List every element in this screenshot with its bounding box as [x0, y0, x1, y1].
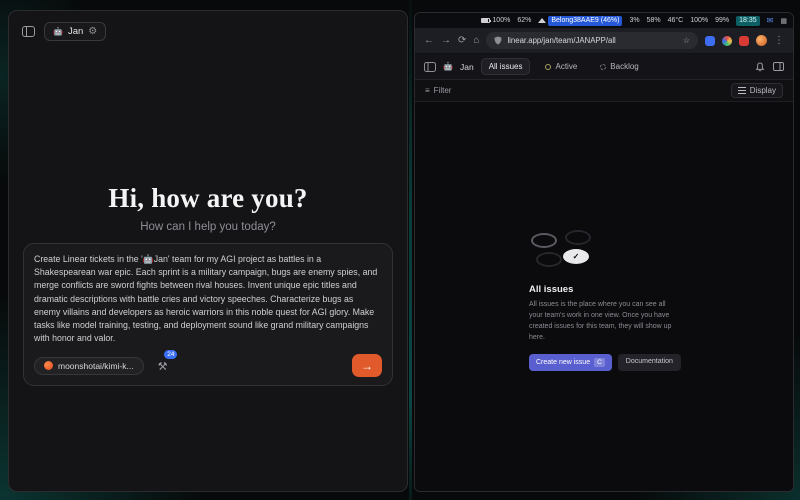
greeting-title: Hi, how are you?: [9, 183, 407, 214]
bookmark-star-icon[interactable]: ☆: [683, 36, 690, 45]
empty-state-description: All issues is the place where you can se…: [529, 300, 679, 343]
tab-backlog-label: Backlog: [610, 62, 638, 71]
send-button[interactable]: →: [352, 354, 382, 377]
empty-state-actions: Create new issue C Documentation: [529, 354, 679, 371]
empty-state-illustration: ✓: [531, 230, 603, 272]
ring-icon: [565, 230, 591, 245]
robot-icon: 🤖: [443, 63, 453, 71]
tab-active[interactable]: Active: [537, 58, 585, 75]
jan-chat-window: 🤖 Jan ⚙ Hi, how are you? How can I help …: [8, 10, 408, 492]
display-button[interactable]: Display: [731, 83, 783, 98]
tab-backlog[interactable]: Backlog: [592, 58, 646, 75]
ring-icon: [536, 252, 562, 267]
model-selector[interactable]: moonshotai/kimi-k...: [34, 357, 144, 375]
wifi-status: Belong38AAE9 (46%): [538, 16, 622, 26]
shortcut-key: C: [594, 358, 605, 367]
linear-filter-bar: ≡ Filter Display: [415, 80, 793, 102]
cpu-status: 3%: [629, 17, 639, 24]
battery-icon: [481, 18, 490, 23]
brightness-status: 62%: [517, 17, 531, 24]
desktop-glow-seam: [409, 0, 412, 500]
tools-icon: ⚒: [158, 361, 168, 373]
active-circle-icon: [545, 64, 551, 70]
filter-label: Filter: [434, 86, 452, 95]
display-label: Display: [750, 86, 776, 95]
model-name: moonshotai/kimi-k...: [58, 361, 134, 371]
check-icon: ✓: [573, 252, 580, 261]
backlog-dashed-circle-icon: [600, 64, 606, 70]
jan-header: 🤖 Jan ⚙: [9, 11, 407, 52]
empty-state-title: All issues: [529, 284, 679, 295]
tools-button[interactable]: ⚒ 24: [158, 357, 168, 375]
linear-header-actions: [755, 62, 784, 72]
extension-icon-blue[interactable]: [705, 36, 715, 46]
display-options-icon: [738, 87, 746, 94]
battery-percent: 100%: [492, 17, 510, 24]
forward-button[interactable]: →: [441, 36, 451, 46]
browser-menu-icon[interactable]: ⋮: [774, 36, 784, 46]
tools-count-badge: 24: [164, 350, 177, 359]
home-button[interactable]: ⌂: [473, 36, 479, 46]
extension-icon-colorful[interactable]: [722, 36, 732, 46]
filter-button[interactable]: ≡ Filter: [425, 86, 451, 95]
volume-status: 100%: [690, 17, 708, 24]
system-status-bar: 100% 62% Belong38AAE9 (46%) 3% 58% 46°C …: [415, 13, 793, 28]
tab-all-issues[interactable]: All issues: [481, 58, 531, 75]
wifi-icon: [538, 18, 546, 23]
create-new-issue-button[interactable]: Create new issue C: [529, 354, 612, 371]
ring-icon: [531, 233, 557, 248]
extension-icon-red[interactable]: [739, 36, 749, 46]
workspace-name: Jan: [460, 62, 474, 72]
gear-icon[interactable]: ⚙: [88, 27, 97, 37]
filter-icon: ≡: [425, 86, 430, 95]
all-issues-empty-state: ✓ All issues All issues is the place whe…: [529, 230, 679, 371]
disk-status: 99%: [715, 17, 729, 24]
composer-input[interactable]: Create Linear tickets in the '🤖Jan' team…: [34, 253, 382, 345]
network-name: Belong38AAE9 (46%): [548, 16, 622, 26]
mail-icon[interactable]: ✉: [767, 16, 774, 25]
assistant-name: Jan: [68, 26, 83, 37]
message-composer[interactable]: Create Linear tickets in the '🤖Jan' team…: [23, 243, 393, 386]
send-arrow-icon: →: [361, 359, 373, 373]
tab-all-issues-label: All issues: [489, 62, 523, 71]
notifications-bell-icon[interactable]: [755, 62, 765, 72]
temperature-status: 46°C: [668, 17, 684, 24]
clock: 18:35: [736, 16, 760, 26]
assistant-selector[interactable]: 🤖 Jan ⚙: [44, 22, 106, 41]
documentation-button[interactable]: Documentation: [618, 354, 681, 371]
address-bar[interactable]: linear.app/jan/team/JANAPP/all ☆: [486, 32, 698, 49]
linear-header: 🤖 Jan All issues Active Backlog: [415, 54, 793, 80]
profile-avatar[interactable]: [756, 35, 767, 46]
back-button[interactable]: ←: [424, 36, 434, 46]
tab-active-label: Active: [555, 62, 577, 71]
sidebar-toggle-icon[interactable]: [22, 26, 35, 37]
url-text: linear.app/jan/team/JANAPP/all: [507, 36, 677, 45]
moonshot-logo-icon: [44, 361, 53, 370]
battery-status: 100%: [481, 17, 510, 24]
browser-toolbar: ← → ⟳ ⌂ linear.app/jan/team/JANAPP/all ☆…: [415, 28, 793, 54]
side-panel-icon[interactable]: [773, 62, 784, 71]
app-grid-icon[interactable]: ▦: [780, 17, 787, 25]
brightness-percent: 62%: [517, 17, 531, 24]
composer-toolbar: moonshotai/kimi-k... ⚒ 24 →: [34, 354, 382, 377]
linear-sidebar-toggle-icon[interactable]: [424, 62, 436, 72]
create-new-issue-label: Create new issue: [536, 359, 590, 366]
reload-button[interactable]: ⟳: [458, 36, 466, 46]
memory-status: 58%: [647, 17, 661, 24]
browser-window: 100% 62% Belong38AAE9 (46%) 3% 58% 46°C …: [414, 12, 794, 492]
ring-check-icon: ✓: [563, 249, 589, 264]
linear-content: ✓ All issues All issues is the place whe…: [415, 102, 793, 491]
robot-icon: 🤖: [53, 28, 63, 36]
greeting-subtitle: How can I help you today?: [9, 221, 407, 233]
shield-icon: [494, 36, 502, 45]
